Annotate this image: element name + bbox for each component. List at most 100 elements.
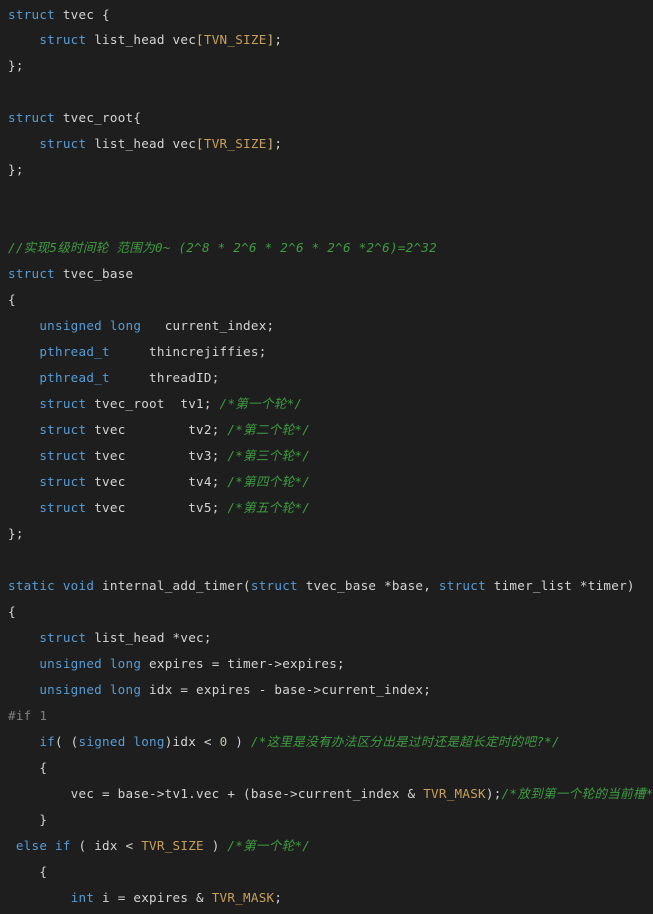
code-line[interactable] <box>0 183 653 209</box>
code-token-id: tvec tv5; <box>86 500 228 515</box>
code-token-id: list_head vec <box>86 136 197 151</box>
code-line[interactable]: struct tvec { <box>0 0 653 27</box>
code-token-cmt: /*第一个轮*/ <box>219 396 303 411</box>
code-token-id <box>8 344 39 359</box>
code-line[interactable]: if( (signed long)idx < 0 ) /*这里是没有办法区分出是… <box>0 729 653 755</box>
code-token-id: ); <box>485 786 502 801</box>
code-token-id <box>8 656 39 671</box>
code-token-id: internal_add_timer( <box>94 578 251 593</box>
code-token-kw: signed long <box>78 734 165 749</box>
code-token-id <box>8 864 39 879</box>
code-line[interactable]: else if ( idx < TVR_SIZE ) /*第一个轮*/ <box>0 833 653 859</box>
code-token-id <box>8 318 39 333</box>
code-token-macro: TVN_SIZE <box>203 32 267 47</box>
code-token-id: list_head vec <box>86 32 197 47</box>
code-token-kw: struct <box>8 266 56 281</box>
code-line[interactable] <box>0 209 653 235</box>
code-token-punc: ; <box>274 32 283 47</box>
code-line[interactable]: { <box>0 755 653 781</box>
code-token-punc: }; <box>8 526 24 541</box>
code-token-id: ( idx < <box>70 838 142 853</box>
code-token-punc: }; <box>8 162 24 177</box>
code-line[interactable]: } <box>0 807 653 833</box>
code-line[interactable]: struct tvec_root{ <box>0 105 653 131</box>
code-line[interactable]: pthread_t thincrejiffies; <box>0 339 653 365</box>
code-token-id <box>8 682 39 697</box>
code-line[interactable]: struct tvec_root tv1; /*第一个轮*/ <box>0 391 653 417</box>
code-line[interactable]: #if 1 <box>0 703 653 729</box>
code-line[interactable]: struct list_head vec[TVN_SIZE]; <box>0 27 653 53</box>
code-line[interactable]: pthread_t threadID; <box>0 365 653 391</box>
code-line[interactable]: struct tvec tv3; /*第三个轮*/ <box>0 443 653 469</box>
code-token-punc: { <box>133 110 142 125</box>
code-token-id: tvec_base *base, <box>297 578 439 593</box>
code-token-kw: struct <box>39 448 87 463</box>
code-line[interactable]: { <box>0 859 653 885</box>
code-token-macro: TVR_SIZE <box>141 838 204 853</box>
code-token-id <box>8 500 39 515</box>
code-token-pre: #if 1 <box>8 708 48 723</box>
code-line[interactable]: struct tvec tv4; /*第四个轮*/ <box>0 469 653 495</box>
code-token-cmt: /*这里是没有办法区分出是过时还是超长定时的吧?*/ <box>250 734 560 749</box>
code-token-id <box>8 474 39 489</box>
code-token-id <box>8 734 39 749</box>
code-token-kw: unsigned long <box>39 318 142 333</box>
code-line[interactable]: int i = expires & TVR_MASK; <box>0 885 653 911</box>
code-token-kw: struct <box>8 7 56 22</box>
code-token-id <box>8 422 39 437</box>
code-token-kw: static void <box>8 578 95 593</box>
code-line[interactable]: struct list_head *vec; <box>0 625 653 651</box>
code-line[interactable]: struct list_head vec[TVR_SIZE]; <box>0 131 653 157</box>
code-line[interactable]: struct tvec_base <box>0 261 653 287</box>
code-line[interactable]: unsigned long expires = timer->expires; <box>0 651 653 677</box>
code-token-id: expires = timer->expires; <box>141 656 345 671</box>
code-token-kw: struct <box>39 422 87 437</box>
code-token-kw: struct <box>39 474 87 489</box>
code-token-cmt: //实现5级时间轮 范围为0~ (2^8 * 2^6 * 2^6 * 2^6 *… <box>8 240 437 255</box>
code-token-id <box>8 838 16 853</box>
code-token-kw: unsigned long <box>39 682 142 697</box>
code-token-id: idx = expires - base->current_index; <box>141 682 432 697</box>
code-line[interactable]: unsigned long idx = expires - base->curr… <box>0 677 653 703</box>
code-line[interactable]: unsigned long current_index; <box>0 313 653 339</box>
code-token-punc: { <box>39 760 48 775</box>
code-token-id: vec = base->tv1.vec + (base->current_ind… <box>8 786 424 801</box>
code-token-macro: TVR_MASK <box>211 890 275 905</box>
code-token-id: tvec <box>55 7 103 22</box>
code-line[interactable]: //实现5级时间轮 范围为0~ (2^8 * 2^6 * 2^6 * 2^6 *… <box>0 235 653 261</box>
code-token-kw: struct <box>39 500 87 515</box>
code-line[interactable]: { <box>0 599 653 625</box>
code-token-id: thincrejiffies; <box>109 344 267 359</box>
code-line[interactable]: }; <box>0 53 653 79</box>
code-token-punc: } <box>39 812 48 827</box>
code-token-brk: [ <box>196 32 204 47</box>
code-token-id <box>8 760 39 775</box>
code-token-cmt: /*第四个轮*/ <box>227 474 311 489</box>
code-token-id: ) <box>203 838 228 853</box>
code-token-id <box>8 448 39 463</box>
code-token-id: list_head *vec; <box>86 630 212 645</box>
code-line[interactable] <box>0 547 653 573</box>
code-editor-view[interactable]: struct tvec { struct list_head vec[TVN_S… <box>0 0 653 914</box>
code-token-cmt: /*第三个轮*/ <box>227 448 311 463</box>
code-line[interactable]: static void internal_add_timer(struct tv… <box>0 573 653 599</box>
code-token-kw: int <box>70 890 95 905</box>
code-line[interactable]: vec = base->tv1.vec + (base->current_ind… <box>0 781 653 807</box>
code-token-cmt: /*第二个轮*/ <box>227 422 311 437</box>
code-token-id <box>8 630 39 645</box>
code-token-id: ( ( <box>55 734 79 749</box>
code-line[interactable]: struct tvec tv2; /*第二个轮*/ <box>0 417 653 443</box>
code-token-punc: { <box>8 604 16 619</box>
code-token-id: timer_list *timer) <box>485 578 635 593</box>
code-token-kw: pthread_t <box>39 370 110 385</box>
code-line[interactable]: }; <box>0 521 653 547</box>
code-line[interactable]: { <box>0 287 653 313</box>
code-token-id: )idx < <box>164 734 220 749</box>
code-token-id: tvec_base <box>55 266 134 281</box>
code-token-punc: { <box>102 7 110 22</box>
code-line[interactable] <box>0 79 653 105</box>
code-line[interactable]: struct tvec tv5; /*第五个轮*/ <box>0 495 653 521</box>
code-token-kw: unsigned long <box>39 656 142 671</box>
code-token-id <box>8 812 39 827</box>
code-line[interactable]: }; <box>0 157 653 183</box>
